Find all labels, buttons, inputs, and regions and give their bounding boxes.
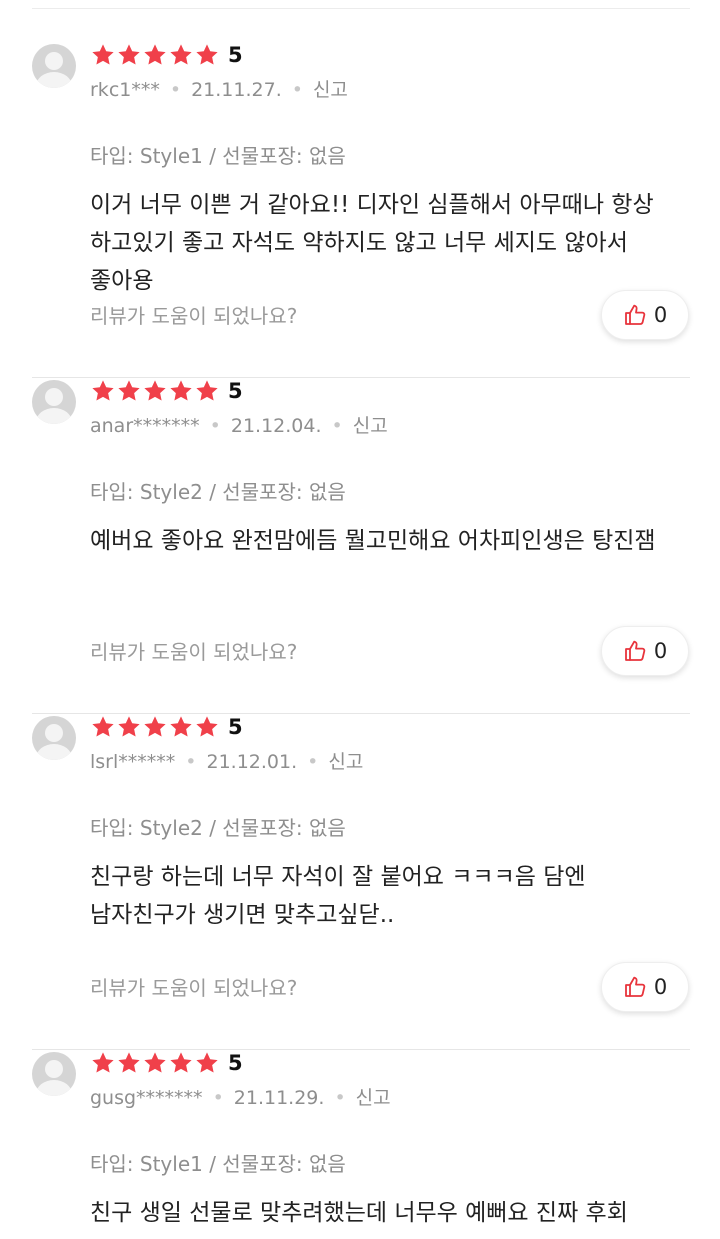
star-filled-icon [168, 42, 194, 68]
rating-score: 5 [228, 715, 243, 739]
review-meta: anar******* • 21.12.04. • 신고 [90, 411, 388, 441]
purchase-option: 타입: Style2 / 선물포장: 없음 [90, 480, 346, 504]
report-link[interactable]: 신고 [313, 79, 348, 101]
separator-dot: • [307, 751, 319, 773]
report-link[interactable]: 신고 [356, 1087, 391, 1109]
reviewer-id: lsrl****** [90, 751, 176, 773]
purchase-option: 타입: Style1 / 선물포장: 없음 [90, 1152, 346, 1176]
review-meta: rkc1*** • 21.11.27. • 신고 [90, 75, 348, 105]
rating-score: 5 [228, 43, 243, 67]
separator-dot: • [334, 1087, 346, 1109]
review-item: 5 anar******* • 21.12.04. • 신고 타입: Style2 / … [0, 356, 720, 714]
review-text: 친구랑 하는데 너무 자석이 잘 붙어요 ㅋㅋㅋ음 담엔 남자친구가 생기면 맞… [90, 864, 586, 928]
like-button[interactable]: 0 [601, 290, 689, 340]
default-avatar-icon [32, 44, 76, 88]
star-rating [90, 377, 220, 405]
review-date: 21.12.04. [230, 415, 322, 437]
star-rating [90, 41, 220, 69]
star-filled-icon [168, 378, 194, 404]
separator-dot: • [169, 79, 182, 101]
default-avatar-icon [32, 716, 76, 760]
star-filled-icon [194, 1050, 220, 1076]
review-meta: lsrl****** • 21.12.01. • 신고 [90, 747, 363, 777]
rating-score: 5 [228, 1051, 243, 1075]
like-count: 0 [653, 303, 668, 327]
like-button[interactable]: 0 [601, 962, 689, 1012]
star-filled-icon [142, 378, 168, 404]
separator-dot: • [291, 79, 303, 101]
default-avatar-icon [32, 380, 76, 424]
thumbs-up-icon [623, 975, 647, 999]
star-filled-icon [194, 714, 220, 740]
star-filled-icon [142, 42, 168, 68]
star-rating [90, 1049, 220, 1077]
default-avatar-icon [32, 1052, 76, 1096]
star-filled-icon [116, 1050, 142, 1076]
thumbs-up-icon [623, 303, 647, 327]
thumbs-up-icon [623, 639, 647, 663]
review-date: 21.11.27. [191, 79, 282, 101]
like-count: 0 [653, 975, 668, 999]
review-date: 21.12.01. [206, 751, 298, 773]
star-filled-icon [142, 1050, 168, 1076]
separator-dot: • [209, 415, 221, 437]
star-rating [90, 713, 220, 741]
helpful-question: 리뷰가 도움이 되었나요? [90, 640, 298, 664]
reviewer-id: anar******* [90, 415, 200, 437]
review-text: 이거 너무 이쁜 거 같아요!! 디자인 심플해서 아무때나 항상 하고있기 좋… [90, 192, 654, 294]
star-filled-icon [90, 1050, 116, 1076]
reviewer-id: gusg******* [90, 1087, 203, 1109]
review-date: 21.11.29. [233, 1087, 325, 1109]
star-filled-icon [194, 378, 220, 404]
star-filled-icon [142, 714, 168, 740]
review-text: 친구 생일 선물로 맞추려했는데 너무우 예뻐요 진짜 후회 [90, 1200, 628, 1226]
star-filled-icon [168, 1050, 194, 1076]
report-link[interactable]: 신고 [328, 751, 363, 773]
star-filled-icon [194, 42, 220, 68]
star-filled-icon [90, 42, 116, 68]
separator-dot: • [185, 751, 197, 773]
star-filled-icon [116, 714, 142, 740]
like-button[interactable]: 0 [601, 626, 689, 676]
review-text: 예버요 좋아요 완전맘에듬 뭘고민해요 어차피인생은 탕진잼 [90, 528, 656, 554]
star-filled-icon [168, 714, 194, 740]
separator-dot: • [212, 1087, 224, 1109]
review-item: 5 lsrl****** • 21.12.01. • 신고 타입: Style2 / 선… [0, 692, 720, 1050]
top-divider [32, 8, 690, 9]
rating-score: 5 [228, 379, 243, 403]
review-item: 5 gusg******* • 21.11.29. • 신고 타입: Style1 / … [0, 1028, 720, 1239]
star-filled-icon [116, 42, 142, 68]
report-link[interactable]: 신고 [353, 415, 388, 437]
separator-dot: • [331, 415, 343, 437]
like-count: 0 [653, 639, 668, 663]
helpful-question: 리뷰가 도움이 되었나요? [90, 976, 298, 1000]
star-filled-icon [90, 378, 116, 404]
purchase-option: 타입: Style1 / 선물포장: 없음 [90, 144, 346, 168]
review-meta: gusg******* • 21.11.29. • 신고 [90, 1083, 391, 1113]
star-filled-icon [116, 378, 142, 404]
reviewer-id: rkc1*** [90, 79, 160, 101]
purchase-option: 타입: Style2 / 선물포장: 없음 [90, 816, 346, 840]
helpful-question: 리뷰가 도움이 되었나요? [90, 304, 298, 328]
star-filled-icon [90, 714, 116, 740]
review-item: 5 rkc1*** • 21.11.27. • 신고 타입: Style1 / 선물포장… [0, 20, 720, 378]
